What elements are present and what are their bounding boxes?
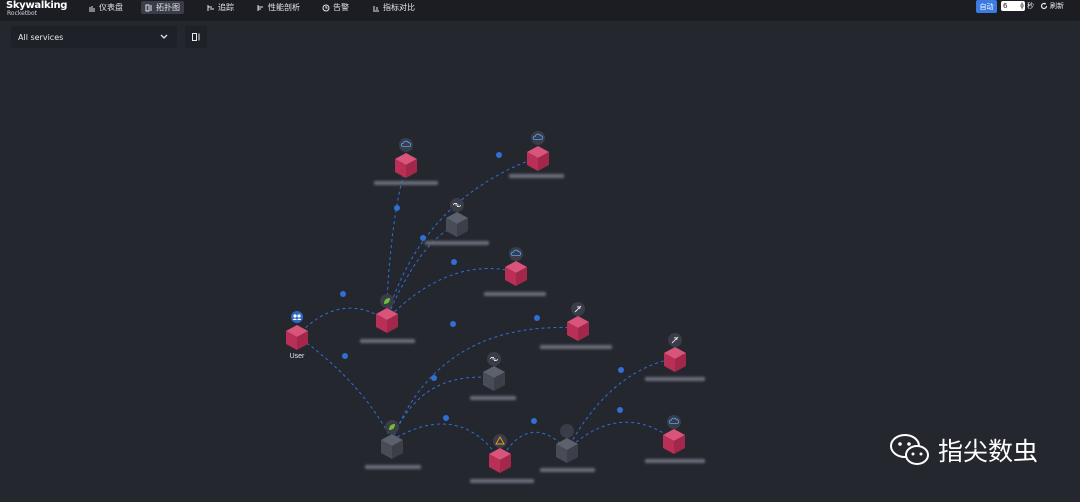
node-service-spring-1[interactable] bbox=[376, 294, 398, 333]
node-user[interactable]: User bbox=[286, 311, 308, 360]
redacted-label bbox=[360, 339, 415, 343]
node-middleware-link-1[interactable] bbox=[446, 198, 468, 237]
users-icon bbox=[291, 311, 303, 323]
wechat-watermark: 指尖数虫 bbox=[890, 432, 1038, 468]
edge-dot bbox=[394, 205, 400, 211]
redacted-label bbox=[540, 345, 612, 349]
leaf-icon bbox=[380, 294, 394, 308]
cloud-icon bbox=[531, 131, 545, 145]
edge-dot bbox=[342, 353, 348, 359]
node-service-cloud-3[interactable] bbox=[505, 247, 527, 286]
node-service-cloud-1[interactable] bbox=[395, 138, 417, 178]
edge bbox=[296, 335, 393, 441]
edge bbox=[391, 376, 495, 441]
watermark-text: 指尖数虫 bbox=[938, 437, 1039, 466]
edge-dot bbox=[531, 418, 537, 424]
node-service-feather-1[interactable] bbox=[567, 302, 589, 341]
redacted-label bbox=[645, 377, 705, 381]
leaf-icon bbox=[385, 420, 399, 434]
cloud-icon bbox=[509, 247, 523, 261]
edge-dot bbox=[451, 259, 457, 265]
node-service-cloud-4[interactable] bbox=[663, 415, 685, 454]
edge-markers bbox=[340, 152, 624, 424]
warning-icon bbox=[493, 434, 507, 448]
cloud-icon bbox=[399, 138, 413, 152]
edge-dot bbox=[496, 152, 502, 158]
topology-graph[interactable]: User bbox=[0, 0, 1080, 502]
edge-dot bbox=[534, 315, 540, 321]
node-badge-icon bbox=[560, 424, 574, 438]
redacted-label bbox=[484, 292, 546, 296]
node-middleware-link-2[interactable] bbox=[483, 352, 505, 391]
edge-dot bbox=[443, 415, 449, 421]
edge bbox=[391, 423, 501, 461]
redacted-label bbox=[470, 396, 516, 400]
node-middleware-plain-1[interactable] bbox=[556, 424, 578, 463]
redacted-label bbox=[374, 181, 438, 185]
edge bbox=[566, 421, 675, 451]
edge-dot bbox=[420, 235, 426, 241]
redacted-label bbox=[540, 468, 595, 472]
edge-dot bbox=[340, 291, 346, 297]
node-service-cloud-2[interactable] bbox=[527, 131, 549, 171]
redacted-label bbox=[425, 241, 489, 245]
node-labels-redacted bbox=[360, 174, 705, 483]
topology-edges bbox=[296, 156, 677, 461]
redacted-label bbox=[509, 174, 564, 178]
redacted-label bbox=[645, 459, 705, 463]
edge-dot bbox=[450, 321, 456, 327]
edge bbox=[296, 307, 387, 337]
link-icon bbox=[487, 352, 501, 366]
wechat-icon bbox=[890, 434, 929, 465]
feather-icon bbox=[571, 302, 585, 316]
link-icon bbox=[450, 198, 464, 212]
redacted-label bbox=[470, 479, 534, 483]
edge-dot bbox=[618, 367, 624, 373]
user-label: User bbox=[290, 353, 305, 360]
node-service-feather-2[interactable] bbox=[664, 333, 686, 372]
feather-icon bbox=[668, 333, 682, 347]
cloud-icon bbox=[667, 415, 681, 429]
node-service-warning-1[interactable] bbox=[489, 434, 511, 473]
edge-dot bbox=[431, 375, 437, 381]
redacted-label bbox=[365, 465, 421, 469]
edge-dot bbox=[617, 407, 623, 413]
node-middleware-spring-1[interactable] bbox=[381, 420, 403, 459]
